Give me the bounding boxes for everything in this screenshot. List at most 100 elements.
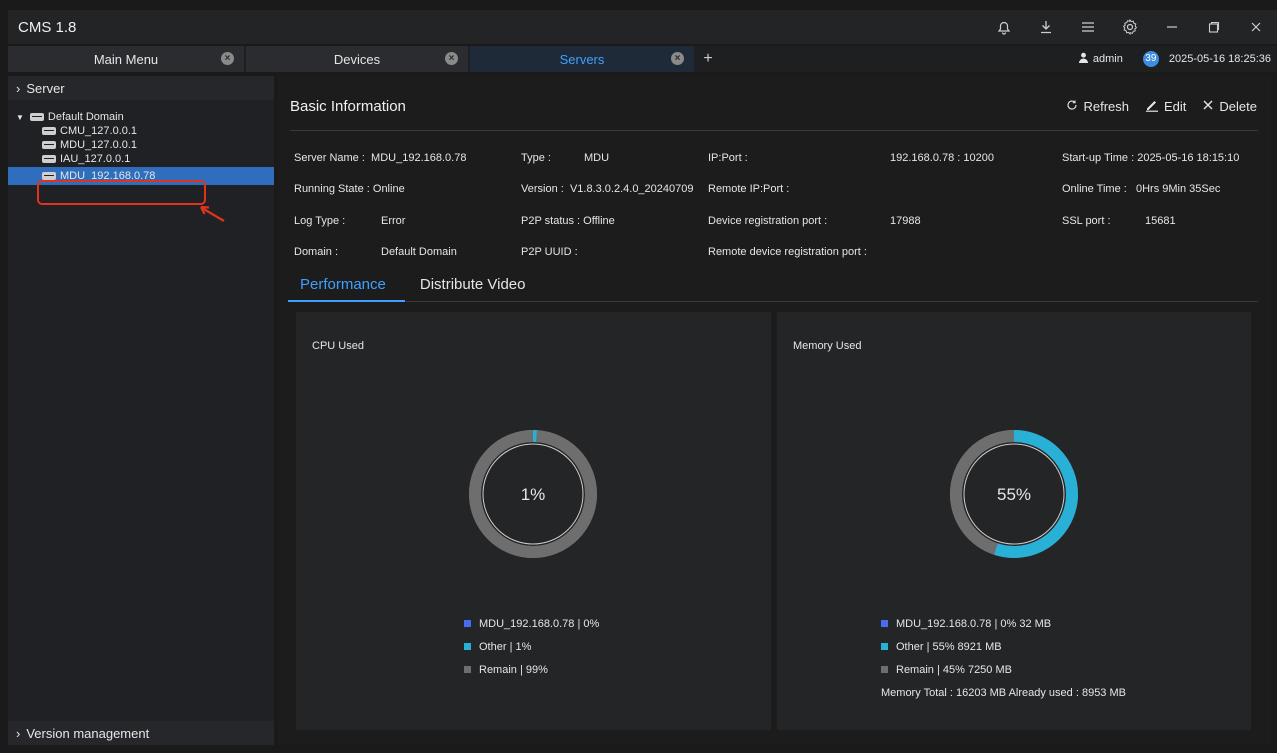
- info-p2p-uuid: P2P UUID :: [521, 246, 578, 258]
- refresh-label: Refresh: [1083, 99, 1130, 114]
- delete-button[interactable]: Delete: [1202, 98, 1257, 115]
- info-running-state: Running State : Online: [294, 183, 405, 195]
- app-title: CMS 1.8: [18, 18, 77, 36]
- refresh-button[interactable]: Refresh: [1066, 98, 1129, 115]
- sidebar-version-management[interactable]: › Version management: [8, 721, 274, 745]
- action-bar: Refresh Edit Delete: [1050, 98, 1257, 115]
- tree-item-label: MDU_127.0.0.1: [60, 139, 138, 151]
- legend-swatch: [881, 666, 888, 673]
- settings-icon[interactable]: [1109, 10, 1151, 44]
- add-tab-icon[interactable]: +: [696, 50, 720, 68]
- info-domain-value: Default Domain: [381, 246, 457, 258]
- delete-icon: [1202, 99, 1214, 114]
- legend-item: Remain | 45% 7250 MB: [881, 658, 1126, 681]
- divider: [290, 130, 1258, 131]
- sidebar-footer-label: Version management: [26, 725, 150, 741]
- main-panel: Basic Information Refresh Edit Delete Se…: [278, 76, 1271, 745]
- memory-title: Memory Used: [793, 340, 862, 352]
- tab-performance[interactable]: Performance: [300, 276, 386, 302]
- minimize-icon[interactable]: [1151, 10, 1193, 44]
- sidebar-server-header[interactable]: › Server: [8, 76, 274, 100]
- download-icon[interactable]: [1025, 10, 1067, 44]
- tab-main-menu[interactable]: Main Menu ×: [8, 46, 244, 72]
- basic-info-title: Basic Information: [290, 98, 406, 115]
- info-domain-label: Domain :: [294, 246, 339, 258]
- legend-item: Other | 1%: [464, 635, 599, 658]
- legend-item: MDU_192.168.0.78 | 0% 32 MB: [881, 612, 1126, 635]
- info-p2p-status: P2P status : Offline: [521, 215, 615, 227]
- tab-devices[interactable]: Devices ×: [246, 46, 468, 72]
- close-icon[interactable]: [1235, 10, 1277, 44]
- domain-label: Default Domain: [47, 111, 124, 123]
- legend-swatch: [464, 666, 471, 673]
- memory-panel: Memory Used 55% MDU_192.168.0.78 | 0% 32…: [777, 312, 1251, 730]
- edit-button[interactable]: Edit: [1145, 98, 1186, 115]
- info-version: Version : V1.8.3.0.2.4.0_20240709: [521, 183, 694, 195]
- window-controls: [983, 10, 1277, 44]
- user-icon: [1078, 52, 1089, 66]
- server-icon: [42, 141, 56, 149]
- tree-item[interactable]: CMU_127.0.0.1: [8, 124, 274, 138]
- tree-item[interactable]: IAU_127.0.0.1: [8, 152, 274, 166]
- legend-swatch: [881, 643, 888, 650]
- username[interactable]: admin: [1093, 53, 1123, 65]
- memory-donut-chart: 55%: [950, 430, 1078, 558]
- tab-close-icon[interactable]: ×: [445, 52, 458, 65]
- mem-donut-center-label: 55%: [997, 485, 1031, 504]
- caret-down-icon: ▼: [16, 112, 24, 122]
- info-startup-time: Start-up Time : 2025-05-16 18:15:10: [1062, 152, 1240, 164]
- sidebar: › Server ▼ Default Domain CMU_127.0.0.1 …: [8, 76, 274, 745]
- restore-icon[interactable]: [1193, 10, 1235, 44]
- tab-label: Servers: [559, 51, 605, 67]
- info-ip-port-label: IP:Port :: [708, 152, 748, 164]
- info-ssl-port-value: 15681: [1145, 215, 1176, 227]
- tree-item-label: CMU_127.0.0.1: [60, 125, 138, 137]
- highlight-box: [37, 180, 206, 205]
- legend-swatch: [464, 620, 471, 627]
- bell-icon[interactable]: [983, 10, 1025, 44]
- info-type-value: MDU: [584, 152, 610, 164]
- cpu-donut-chart: 1%: [469, 430, 597, 558]
- tabs-divider: [290, 301, 1258, 302]
- info-server-name: Server Name : MDU_192.168.0.78: [294, 152, 467, 164]
- info-online-time: Online Time : 0Hrs 9Min 35Sec: [1062, 183, 1221, 195]
- info-device-reg-port-value: 17988: [890, 215, 921, 227]
- tab-distribute-video[interactable]: Distribute Video: [420, 276, 526, 302]
- info-remote-device-reg-port: Remote device registration port :: [708, 246, 867, 258]
- memory-legend: MDU_192.168.0.78 | 0% 32 MB Other | 55% …: [881, 612, 1126, 704]
- edit-label: Edit: [1164, 99, 1187, 114]
- notification-badge[interactable]: 39: [1142, 51, 1159, 67]
- server-icon: [42, 155, 56, 163]
- tab-bar: Main Menu × Devices × Servers × + admin …: [8, 46, 1277, 72]
- legend-swatch: [881, 620, 888, 627]
- info-log-type-label: Log Type :: [294, 215, 346, 227]
- sidebar-header-label: Server: [26, 80, 65, 96]
- tab-label: Devices: [333, 51, 381, 67]
- info-log-type-value: Error: [381, 215, 406, 227]
- info-ssl-port-label: SSL port :: [1062, 215, 1111, 227]
- server-icon: [42, 172, 56, 180]
- chevron-right-icon: ›: [16, 725, 21, 741]
- arrow-icon: [200, 205, 225, 222]
- edit-icon: [1145, 98, 1159, 115]
- memory-total: Memory Total : 16203 MB Already used : 8…: [881, 686, 1126, 699]
- tree-item[interactable]: MDU_127.0.0.1: [8, 138, 274, 152]
- server-icon: [29, 113, 44, 121]
- user-status: admin 39 2025-05-16 18:25:36: [1078, 46, 1271, 72]
- menu-icon[interactable]: [1067, 10, 1109, 44]
- tab-close-icon[interactable]: ×: [221, 52, 234, 65]
- cpu-title: CPU Used: [312, 340, 364, 352]
- tree-item-label: IAU_127.0.0.1: [60, 153, 131, 165]
- tree-domain[interactable]: ▼ Default Domain: [8, 110, 274, 124]
- cpu-panel: CPU Used 1% MDU_192.168.0.78 | 0% Other …: [296, 312, 771, 730]
- tab-label: Main Menu: [93, 51, 159, 67]
- server-icon: [42, 127, 56, 135]
- legend-item: MDU_192.168.0.78 | 0%: [464, 612, 599, 635]
- sub-tabs: Performance Distribute Video: [290, 276, 560, 302]
- delete-label: Delete: [1219, 99, 1257, 114]
- tab-close-icon[interactable]: ×: [671, 52, 684, 65]
- tab-servers[interactable]: Servers ×: [470, 46, 694, 72]
- refresh-icon: [1066, 99, 1078, 114]
- cpu-legend: MDU_192.168.0.78 | 0% Other | 1% Remain …: [464, 612, 599, 681]
- info-device-reg-port-label: Device registration port :: [708, 215, 828, 227]
